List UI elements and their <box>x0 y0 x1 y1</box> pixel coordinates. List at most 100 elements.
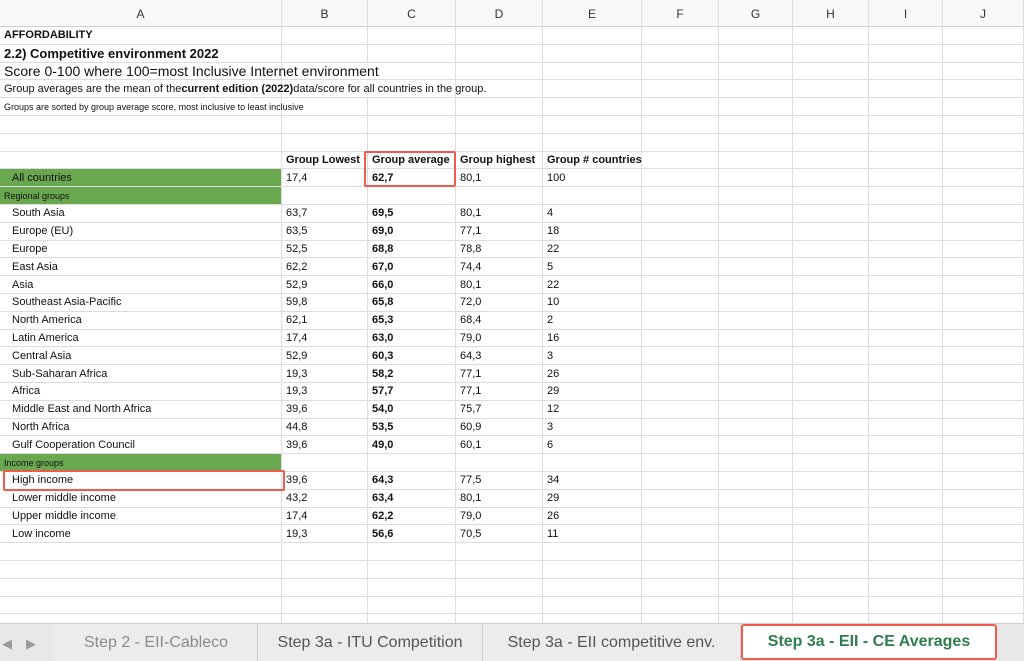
empty-cell[interactable] <box>368 578 456 596</box>
value-count[interactable]: 10 <box>543 293 642 311</box>
empty-cell[interactable] <box>943 204 1024 222</box>
empty-cell[interactable] <box>642 489 719 507</box>
row-label[interactable]: Central Asia <box>0 347 282 365</box>
empty-cell[interactable] <box>719 436 793 454</box>
empty-cell[interactable] <box>943 543 1024 560</box>
empty-cell[interactable] <box>793 578 869 596</box>
empty-cell[interactable] <box>719 204 793 222</box>
empty-cell[interactable] <box>869 365 943 382</box>
value-average[interactable]: 66,0 <box>368 276 456 293</box>
value-lowest[interactable]: 19,3 <box>282 525 368 543</box>
value-count[interactable]: 29 <box>543 489 642 507</box>
empty-cell[interactable] <box>943 222 1024 240</box>
empty-cell[interactable] <box>642 596 719 614</box>
value-highest[interactable]: 64,3 <box>456 347 543 365</box>
empty-cell[interactable] <box>943 400 1024 418</box>
value-average[interactable]: 57,7 <box>368 382 456 400</box>
empty-cell[interactable] <box>793 222 869 240</box>
empty-cell[interactable] <box>793 293 869 311</box>
value-average[interactable]: 56,6 <box>368 525 456 543</box>
value-count[interactable]: 22 <box>543 240 642 258</box>
value-highest[interactable]: 77,1 <box>456 222 543 240</box>
empty-cell[interactable] <box>456 543 543 560</box>
empty-cell[interactable] <box>869 204 943 222</box>
empty-cell[interactable] <box>719 578 793 596</box>
value-average[interactable]: 65,8 <box>368 293 456 311</box>
empty-cell[interactable] <box>869 543 943 560</box>
empty-cell[interactable] <box>869 525 943 543</box>
empty-cell[interactable] <box>869 382 943 400</box>
row-label[interactable]: Sub-Saharan Africa <box>0 365 282 382</box>
value-average[interactable]: 69,5 <box>368 204 456 222</box>
empty-cell[interactable] <box>642 293 719 311</box>
empty-cell[interactable] <box>0 614 282 623</box>
value-average[interactable]: 68,8 <box>368 240 456 258</box>
value-lowest[interactable]: 39,6 <box>282 471 368 489</box>
cell-grid[interactable]: AFFORDABILITY 2.2) Competitive environme… <box>0 27 1024 623</box>
empty-cell[interactable] <box>869 560 943 578</box>
empty-cell[interactable] <box>719 382 793 400</box>
column-header-d[interactable]: D <box>456 0 543 27</box>
value-highest[interactable]: 68,4 <box>456 311 543 329</box>
value-average[interactable]: 53,5 <box>368 418 456 436</box>
row-label[interactable]: Southeast Asia-Pacific <box>0 293 282 311</box>
value-lowest[interactable]: 52,9 <box>282 276 368 293</box>
empty-cell[interactable] <box>869 347 943 365</box>
empty-cell[interactable] <box>793 489 869 507</box>
value-lowest[interactable]: 44,8 <box>282 418 368 436</box>
value-average[interactable]: 67,0 <box>368 258 456 276</box>
empty-cell[interactable] <box>793 596 869 614</box>
column-header-e[interactable]: E <box>543 0 642 27</box>
value-lowest[interactable]: 62,2 <box>282 258 368 276</box>
cell-sort-note[interactable]: Groups are sorted by group average score… <box>0 98 304 115</box>
empty-cell[interactable] <box>642 436 719 454</box>
value-average[interactable]: 65,3 <box>368 311 456 329</box>
value-lowest[interactable]: 19,3 <box>282 382 368 400</box>
empty-cell[interactable] <box>943 258 1024 276</box>
empty-cell[interactable] <box>793 400 869 418</box>
header-group-average[interactable]: Group average <box>368 151 456 169</box>
row-label[interactable]: East Asia <box>0 258 282 276</box>
empty-cell[interactable] <box>869 614 943 623</box>
empty-cell[interactable] <box>943 382 1024 400</box>
empty-cell[interactable] <box>869 436 943 454</box>
empty-cell[interactable] <box>543 543 642 560</box>
column-header-i[interactable]: I <box>869 0 943 27</box>
value-highest[interactable]: 77,1 <box>456 365 543 382</box>
value-highest[interactable]: 70,5 <box>456 525 543 543</box>
empty-cell[interactable] <box>869 471 943 489</box>
value-highest[interactable]: 78,8 <box>456 240 543 258</box>
empty-cell[interactable] <box>282 560 368 578</box>
empty-cell[interactable] <box>719 525 793 543</box>
empty-cell[interactable] <box>0 543 282 560</box>
cell-heading-section[interactable]: 2.2) Competitive environment 2022 <box>0 44 282 62</box>
empty-cell[interactable] <box>869 489 943 507</box>
empty-cell[interactable] <box>642 471 719 489</box>
empty-cell[interactable] <box>943 418 1024 436</box>
empty-cell[interactable] <box>793 240 869 258</box>
empty-cell[interactable] <box>793 347 869 365</box>
empty-cell[interactable] <box>642 276 719 293</box>
row-label[interactable]: North Africa <box>0 418 282 436</box>
empty-cell[interactable] <box>869 311 943 329</box>
row-label[interactable]: Africa <box>0 382 282 400</box>
column-header-c[interactable]: C <box>368 0 456 27</box>
empty-cell[interactable] <box>0 596 282 614</box>
value-count[interactable]: 26 <box>543 365 642 382</box>
value-lowest[interactable]: 52,9 <box>282 347 368 365</box>
empty-cell[interactable] <box>719 222 793 240</box>
empty-cell[interactable] <box>793 525 869 543</box>
empty-cell[interactable] <box>719 240 793 258</box>
empty-cell[interactable] <box>368 543 456 560</box>
empty-cell[interactable] <box>719 276 793 293</box>
cell-score-description[interactable]: Score 0-100 where 100=most Inclusive Int… <box>0 62 379 80</box>
row-label[interactable]: Europe (EU) <box>0 222 282 240</box>
empty-cell[interactable] <box>793 436 869 454</box>
empty-cell[interactable] <box>642 329 719 347</box>
empty-cell[interactable] <box>943 240 1024 258</box>
value-count[interactable]: 26 <box>543 507 642 525</box>
row-label[interactable]: South Asia <box>0 204 282 222</box>
empty-cell[interactable] <box>719 347 793 365</box>
row-label[interactable]: Asia <box>0 276 282 293</box>
empty-cell[interactable] <box>368 560 456 578</box>
